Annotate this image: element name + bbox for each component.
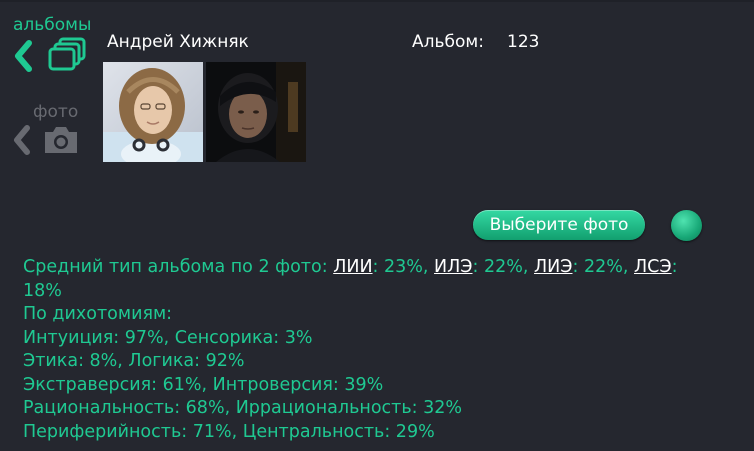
photo-thumbnail-1[interactable]	[103, 62, 203, 162]
type-value-lse: :	[671, 257, 678, 277]
photo-back-arrow-icon	[12, 124, 32, 156]
top-strip	[0, 0, 754, 2]
type-value-lii: : 23%,	[372, 257, 429, 277]
average-type-line: Средний тип альбома по 2 фото: ЛИИ: 23%,…	[23, 256, 723, 280]
albums-nav-label[interactable]: альбомы	[13, 15, 91, 35]
average-type-prefix: Средний тип альбома по 2 фото:	[23, 257, 328, 277]
albums-back-arrow-icon[interactable]	[12, 40, 34, 72]
type-link-lse[interactable]: ЛСЭ	[634, 257, 672, 277]
dichotomies-heading: По дихотомиям:	[23, 304, 173, 324]
type-value-lse-continued: 18%	[23, 280, 62, 301]
results-panel: Средний тип альбома по 2 фото: ЛИИ: 23%,…	[23, 256, 723, 444]
photo-nav-label: фото	[33, 102, 79, 122]
photo-thumbnail-2[interactable]	[206, 62, 306, 162]
dichotomy-rationality-irrationality: Рациональность: 68%, Иррациональность: 3…	[23, 398, 463, 418]
type-link-lii[interactable]: ЛИИ	[333, 257, 372, 277]
dichotomy-periphery-centrality: Периферийность: 71%, Центральность: 29%	[23, 421, 435, 442]
type-link-lie[interactable]: ЛИЭ	[534, 257, 572, 277]
status-indicator[interactable]	[671, 210, 702, 241]
dichotomy-extraversion-introversion: Экстраверсия: 61%, Интроверсия: 39%	[23, 374, 384, 395]
choose-photo-button[interactable]: Выберите фото	[473, 210, 645, 240]
dichotomy-intuition-sensing: Интуиция: 97%, Сенсорика: 3%	[23, 327, 313, 348]
dichotomy-ethics-logic: Этика: 8%, Логика: 92%	[23, 351, 245, 371]
type-value-ile: : 22%,	[472, 257, 529, 277]
album-number: 123	[507, 32, 540, 52]
camera-icon	[42, 124, 80, 156]
type-link-ile[interactable]: ИЛЭ	[434, 257, 472, 277]
albums-stack-icon[interactable]	[47, 37, 87, 73]
type-value-lie: : 22%,	[572, 257, 629, 277]
user-name[interactable]: Андрей Хижняк	[107, 31, 249, 53]
album-label: Альбом:	[412, 32, 484, 52]
